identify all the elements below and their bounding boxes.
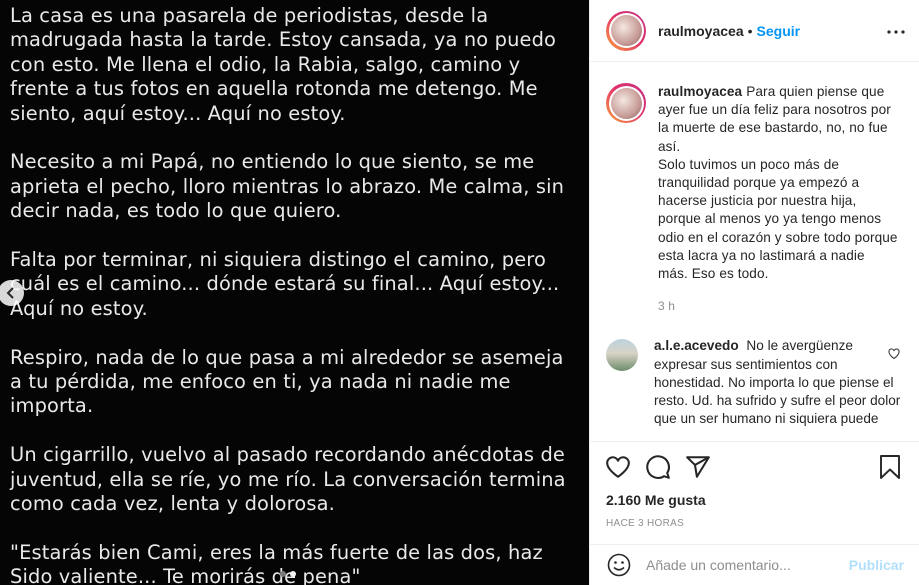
- header-username[interactable]: raulmoyacea: [658, 23, 744, 39]
- image-paragraph: La casa es una pasarela de periodistas, …: [10, 4, 557, 125]
- bookmark-icon: [880, 455, 900, 479]
- share-icon: [686, 456, 710, 478]
- more-options-button[interactable]: [887, 22, 905, 40]
- emoji-icon: [607, 553, 631, 577]
- post-side-panel: raulmoyacea • Seguir raulmoyacea Para qui…: [589, 0, 919, 585]
- comments-list[interactable]: raulmoyacea Para quien piense que ayer fu…: [590, 63, 919, 441]
- likes-count[interactable]: 2.160 Me gusta: [606, 492, 904, 508]
- post-header: raulmoyacea • Seguir: [590, 0, 919, 62]
- comment-item: a.l.e.acevedo No le avergüenze expresar …: [606, 337, 904, 428]
- avatar-image: [610, 15, 642, 46]
- carousel-indicator: [280, 571, 296, 577]
- avatar-image: [610, 87, 642, 119]
- post-caption: raulmoyacea Para quien piense que ayer fu…: [606, 83, 904, 315]
- add-comment-bar: Publicar: [590, 544, 919, 585]
- heart-icon: [888, 348, 900, 360]
- post-media: La casa es una pasarela de periodistas, …: [0, 0, 589, 585]
- caption-timestamp[interactable]: 3 h: [658, 297, 898, 315]
- share-button[interactable]: [678, 447, 718, 487]
- post-image-text: La casa es una pasarela de periodistas, …: [10, 4, 578, 585]
- chevron-left-icon: [6, 287, 14, 299]
- save-button[interactable]: [870, 447, 910, 487]
- comment-icon: [646, 455, 670, 479]
- caption-text: raulmoyacea Para quien piense que ayer fu…: [658, 83, 898, 156]
- carousel-dot-active: [290, 571, 296, 577]
- comment-like-button[interactable]: [888, 347, 900, 365]
- image-paragraph: Falta por terminar, ni siquiera distingo…: [10, 248, 560, 320]
- more-horizontal-icon: [887, 30, 905, 34]
- comment-input[interactable]: [646, 557, 846, 573]
- image-paragraph: Un cigarrillo, vuelvo al pasado recordan…: [10, 443, 566, 516]
- follow-button[interactable]: Seguir: [757, 23, 801, 39]
- image-paragraph: Necesito a mi Papá, no entiendo lo que s…: [10, 150, 565, 223]
- commenter-username[interactable]: a.l.e.acevedo: [654, 338, 739, 353]
- caption-avatar[interactable]: [606, 83, 646, 123]
- like-button[interactable]: [598, 447, 638, 487]
- header-avatar[interactable]: [606, 10, 646, 51]
- image-paragraph: "Estarás bien Cami, eres la más fuerte d…: [10, 540, 543, 585]
- comment-button[interactable]: [638, 447, 678, 487]
- caption-line: Solo tuvimos un poco más de tranquilidad…: [658, 156, 898, 282]
- image-paragraph: Respiro, nada de lo que pasa a mi alrede…: [10, 345, 564, 418]
- action-icons: [606, 442, 904, 492]
- commenter-avatar[interactable]: [606, 339, 638, 372]
- post-time-ago[interactable]: HACE 3 HORAS: [606, 518, 904, 529]
- caption-username[interactable]: raulmoyacea: [658, 84, 742, 99]
- heart-icon: [606, 456, 630, 478]
- carousel-dot: [280, 571, 286, 577]
- publish-button[interactable]: Publicar: [849, 557, 904, 573]
- emoji-button[interactable]: [606, 552, 632, 578]
- header-separator: •: [747, 22, 753, 39]
- post-actions: 2.160 Me gusta HACE 3 HORAS: [590, 441, 919, 544]
